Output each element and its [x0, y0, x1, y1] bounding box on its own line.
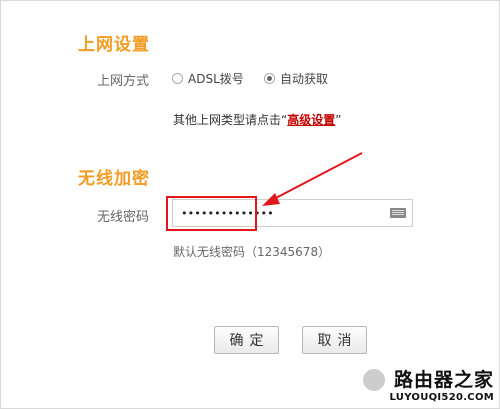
watermark-logo: 路由器之家	[393, 369, 494, 391]
cancel-button[interactable]: 取消	[302, 326, 367, 354]
arrow-head	[262, 193, 280, 206]
confirm-button[interactable]: 确定	[214, 326, 279, 354]
default-password-note: 默认无线密码（12345678）	[173, 245, 331, 259]
watermark: 路由器之家 LUYOUQI520.COM	[363, 365, 494, 403]
watermark-url: LUYOUQI520.COM	[389, 392, 494, 403]
arrow-shaft	[271, 152, 363, 201]
